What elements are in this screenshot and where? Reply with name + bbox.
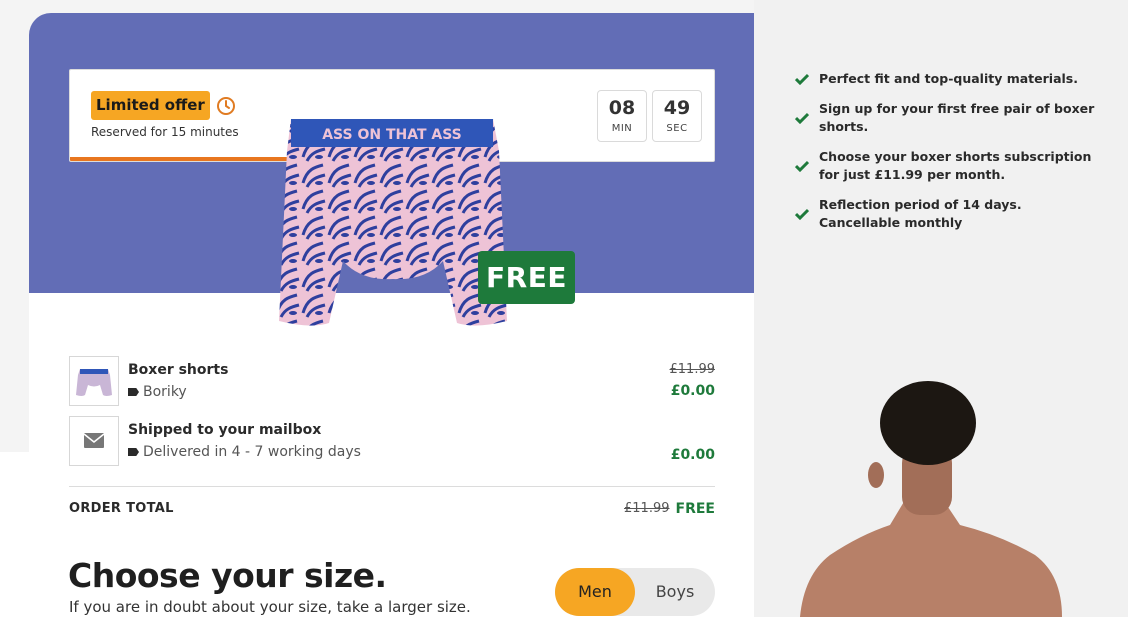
timer-minutes-value: 08 [608,97,636,119]
mail-thumbnail [69,416,119,466]
check-icon [795,112,809,124]
benefit-item: Reflection period of 14 days. Cancellabl… [795,196,1095,232]
envelope-icon [83,433,105,448]
waistband-text: ASS ON THAT ASS [322,127,462,143]
free-badge: FREE [478,251,575,304]
order-total-old-price: £11.99 [624,501,670,516]
size-title: Choose your size. [68,556,387,595]
offer-progress-bar [70,157,298,161]
benefit-text: Perfect fit and top-quality materials. [819,71,1078,86]
item-old-price: £11.99 [669,362,716,377]
item-price: £0.00 [670,383,715,399]
boxer-thumbnail [69,356,119,406]
timer-minutes: 08 MIN [597,90,647,142]
delivery-time: Delivered in 4 - 7 working days [143,444,361,460]
item-variant: Boriky [143,384,187,400]
shipping-price: £0.00 [670,447,715,463]
timer-seconds: 49 SEC [652,90,702,142]
boxer-shorts-image: ASS ON THAT ASS [279,119,507,326]
boxer-thumbnail-icon [76,369,112,396]
clock-icon [217,97,235,115]
benefits-list: Perfect fit and top-quality materials. S… [795,70,1095,244]
item-title: Shipped to your mailbox [128,422,322,438]
offer-panel: Limited offer Reserved for 15 minutes 08… [29,13,754,617]
item-title: Boxer shorts [128,362,229,378]
item-subtitle: Delivered in 4 - 7 working days [128,444,361,460]
check-icon [795,208,809,220]
benefit-item: Sign up for your first free pair of boxe… [795,100,1095,136]
tag-icon [128,448,139,456]
order-item-shipping: Shipped to your mailbox Delivered in 4 -… [69,416,715,466]
divider [69,486,715,487]
item-subtitle: Boriky [128,384,187,400]
model-photo [800,381,1062,617]
timer-seconds-value: 49 [663,97,691,119]
limited-offer-badge: Limited offer [91,91,210,120]
toggle-men[interactable]: Men [555,568,635,616]
reserved-text: Reserved for 15 minutes [91,125,239,139]
check-icon [795,160,809,172]
benefit-item: Choose your boxer shorts subscription fo… [795,148,1095,184]
order-total-price: FREE [675,501,715,517]
tag-icon [128,388,139,396]
check-icon [795,73,809,85]
timer-minutes-unit: MIN [611,123,633,134]
benefit-text: Reflection period of 14 days. Cancellabl… [819,197,1022,230]
benefit-item: Perfect fit and top-quality materials. [795,70,1095,88]
order-item-boxers: Boxer shorts Boriky £11.99 £0.00 [69,356,715,406]
benefit-text: Choose your boxer shorts subscription fo… [819,149,1092,182]
toggle-boys[interactable]: Boys [635,568,715,616]
timer-seconds-unit: SEC [666,123,688,134]
gender-toggle: Men Boys [555,568,715,616]
order-total-label: ORDER TOTAL [69,501,174,516]
size-hint: If you are in doubt about your size, tak… [69,598,471,616]
benefit-text: Sign up for your first free pair of boxe… [819,101,1095,134]
